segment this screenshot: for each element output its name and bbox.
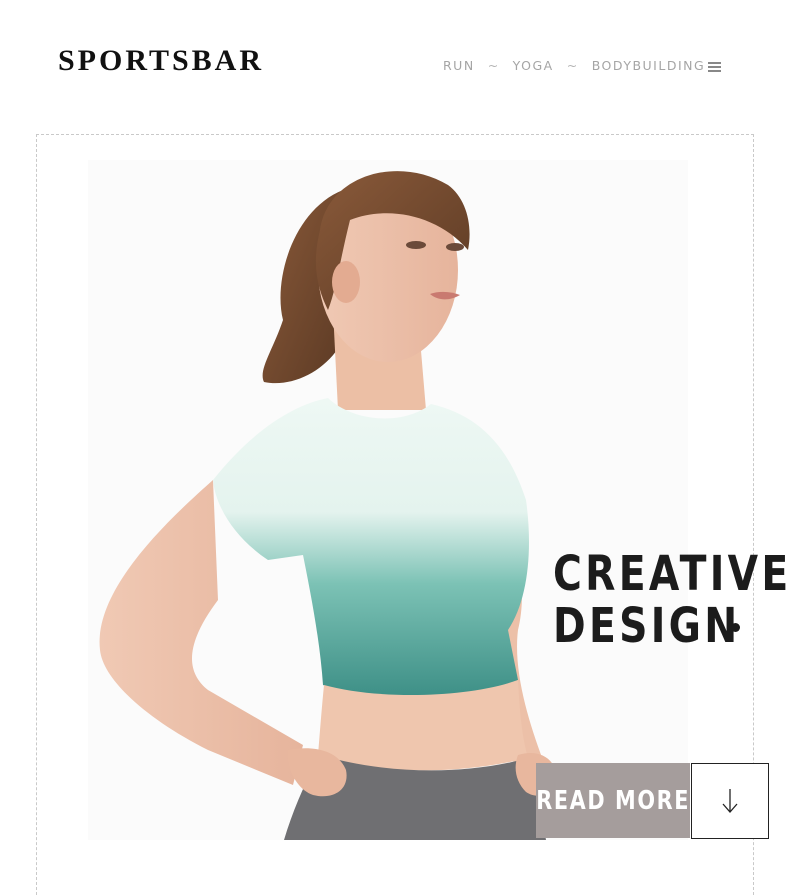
bullet-dot (731, 623, 740, 632)
nav-item-yoga[interactable]: YOGA (513, 58, 554, 73)
nav-item-bodybuilding[interactable]: BODYBUILDING (592, 58, 706, 73)
main-nav: RUN ~ YOGA ~ BODYBUILDING (443, 58, 705, 73)
scroll-down-button[interactable] (691, 763, 769, 839)
hero-photo (88, 160, 688, 840)
arrow-down-icon (722, 789, 738, 813)
headline-line-1: CREATIVE (553, 546, 790, 602)
site-logo[interactable]: SPORTSBAR (58, 44, 264, 78)
nav-separator: ~ (487, 58, 500, 73)
hero-headline: CREATIVE DESIGN (553, 548, 790, 652)
read-more-label: READ MORE (536, 785, 690, 816)
headline-line-2: DESIGN (553, 598, 741, 654)
read-more-button[interactable]: READ MORE (536, 763, 690, 838)
nav-separator: ~ (566, 58, 579, 73)
nav-item-run[interactable]: RUN (443, 58, 475, 73)
site-header: SPORTSBAR RUN ~ YOGA ~ BODYBUILDING (0, 0, 790, 130)
hamburger-menu-icon[interactable] (708, 62, 721, 72)
